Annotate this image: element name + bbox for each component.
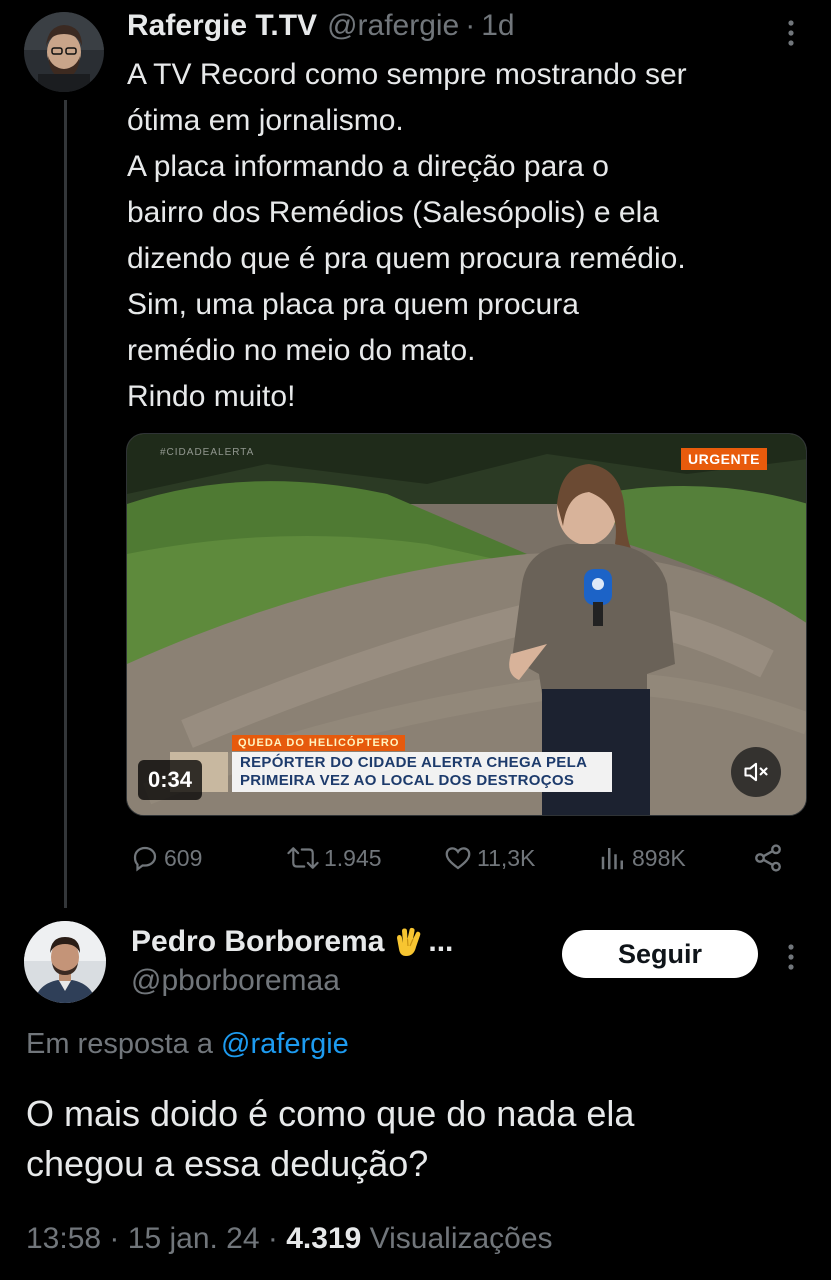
reply-button[interactable]: 609 (130, 838, 202, 878)
reply-icon (133, 846, 157, 872)
reply-text-line: chegou a essa dedução? (26, 1143, 429, 1184)
thread-connector-line (64, 100, 67, 908)
retweet-count: 1.945 (324, 844, 382, 871)
more-options-icon[interactable] (785, 18, 797, 48)
like-count: 11,3K (477, 844, 536, 871)
reply-author-handle[interactable]: @pborboremaa (131, 964, 340, 998)
tweet-text-line: bairro dos Remédios (Salesópolis) e ela (127, 196, 659, 229)
reply-views-label: Visualizações (369, 1222, 553, 1255)
reply-date[interactable]: 15 jan. 24 (128, 1222, 260, 1255)
reply-views-count: 4.319 (286, 1222, 362, 1255)
reply-author-name-row[interactable]: Pedro Borborema ... (131, 922, 453, 962)
tweet-text: A TV Record como sempre mostrando ser ót… (127, 52, 817, 420)
video-duration: 0:34 (138, 760, 203, 800)
reply-time[interactable]: 13:58 (26, 1222, 101, 1255)
reply-text-line: O mais doido é como que do nada ela (26, 1093, 635, 1134)
like-button[interactable]: 11,3K (443, 838, 535, 878)
tweet-text-line: dizendo que é pra quem procura remédio. (127, 242, 686, 275)
reply-context: Em resposta a @rafergie (26, 1028, 349, 1061)
separator: · (465, 9, 476, 42)
reply-metadata: 13:58 · 15 jan. 24 · 4.319 Visualizações (26, 1222, 553, 1256)
heart-icon (445, 847, 471, 870)
tweet-text-line: A TV Record como sempre mostrando ser (127, 58, 687, 91)
news-tag: QUEDA DO HELICÓPTERO (232, 735, 406, 751)
follow-button[interactable]: Seguir (562, 930, 758, 978)
tweet-header: Rafergie T.TV @rafergie · 1d (127, 6, 515, 46)
news-headline: REPÓRTER DO CIDADE ALERTA CHEGA PELA PRI… (232, 752, 612, 792)
author-name[interactable]: Rafergie T.TV (127, 9, 317, 43)
reply-text: O mais doido é como que do nada ela cheg… (26, 1089, 806, 1189)
retweet-icon (287, 847, 319, 869)
author-handle[interactable]: @rafergie (327, 9, 459, 43)
view-count: 898K (632, 844, 686, 871)
headline-line: REPÓRTER DO CIDADE ALERTA CHEGA PELA (240, 754, 588, 771)
reply-author-name: Pedro Borborema (131, 925, 385, 958)
tweet-text-line: A placa informando a direção para o (127, 150, 609, 183)
retweet-button[interactable]: 1.945 (286, 838, 382, 878)
reply-count: 609 (164, 844, 203, 871)
views-button[interactable]: 898K (598, 838, 686, 878)
speaker-muted-icon (744, 762, 768, 782)
share-icon (755, 844, 781, 872)
more-options-icon[interactable] (785, 942, 797, 972)
name-truncation: ... (428, 925, 454, 958)
tweet-text-line: Sim, uma placa pra quem procura (127, 288, 579, 321)
video-watermark: #CIDADEALERTA (160, 447, 255, 458)
tweet-text-line: remédio no meio do mato. (127, 334, 476, 367)
share-button[interactable] (752, 838, 788, 878)
headline-line: PRIMEIRA VEZ AO LOCAL DOS DESTROÇOS (240, 772, 575, 789)
tweet-time-ago[interactable]: 1d (481, 9, 514, 43)
views-chart-icon (601, 848, 623, 870)
tweet-text-line: Rindo muito! (127, 380, 296, 413)
reply-context-label: Em resposta a (26, 1028, 213, 1060)
urgent-badge: URGENTE (681, 448, 767, 470)
separator: · (109, 1222, 120, 1255)
reply-mention-link[interactable]: @rafergie (221, 1028, 349, 1060)
mute-button[interactable] (731, 747, 781, 797)
author-avatar[interactable] (24, 12, 104, 92)
separator: · (267, 1222, 278, 1255)
reply-author-avatar[interactable] (24, 921, 106, 1003)
tweet-text-line: ótima em jornalismo. (127, 104, 404, 137)
vulcan-salute-emoji-icon (392, 925, 426, 959)
